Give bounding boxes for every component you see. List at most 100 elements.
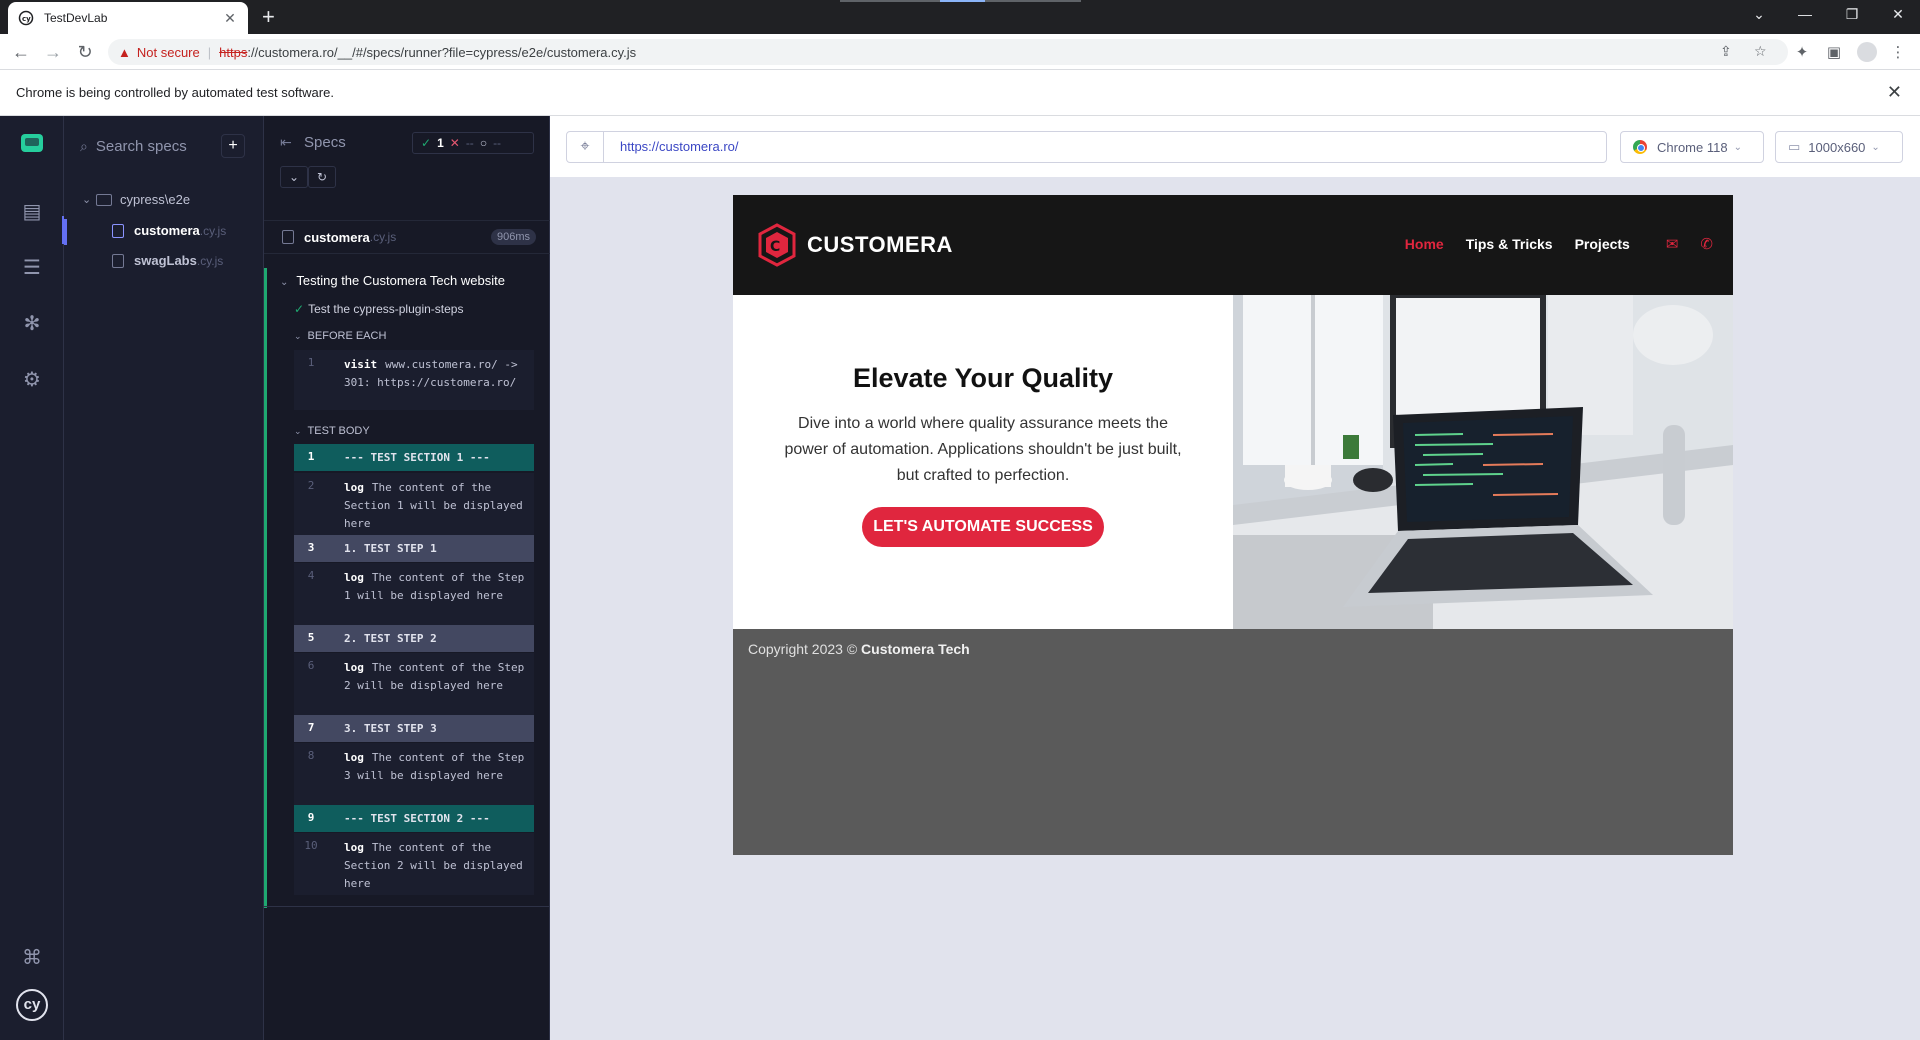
command-message: The content of the Step 1 will be displa… [344, 571, 525, 602]
failed-count: -- [465, 136, 474, 150]
hook-test-body[interactable]: ⌄ TEST BODY [294, 425, 370, 437]
pending-circle-icon: ○ [479, 136, 488, 150]
omnibox-separator: | [207, 44, 212, 60]
section-label: --- TEST SECTION 2 --- [344, 812, 490, 825]
viewport-selector[interactable]: ▭ 1000x660 ⌄ [1775, 131, 1903, 163]
forward-icon[interactable]: → [43, 42, 63, 62]
step-row[interactable]: 3 1. TEST STEP 1 [294, 535, 534, 562]
footer-copyright: Copyright 2023 © [748, 641, 858, 657]
command-name: log [344, 841, 364, 854]
customera-website: C CUSTOMERA Home Tips & Tricks Projects … [733, 195, 1733, 855]
tab-strip-indicator [985, 0, 1081, 2]
settings-gear-icon[interactable]: ⚙ [20, 368, 44, 392]
expand-toggle-button[interactable]: ⌄ [280, 166, 308, 188]
command-number: 5 [307, 631, 315, 644]
command-row[interactable]: 1 visit www.customera.ro/ -> 301: https:/… [294, 350, 534, 410]
section-row[interactable]: 9 --- TEST SECTION 2 --- [294, 805, 534, 832]
minimize-icon[interactable]: — [1795, 6, 1815, 22]
command-name: log [344, 571, 364, 584]
aut-header: ⌖ https://customera.ro/ Chrome 118 ⌄ ▭ 1… [550, 116, 1920, 178]
extensions-puzzle-icon[interactable]: ✦ [1793, 43, 1811, 61]
command-message: The content of the Step 2 will be displa… [344, 661, 525, 692]
suite-title[interactable]: ⌄ Testing the Customera Tech website [280, 273, 505, 288]
command-row[interactable]: 4 log The content of the Step 1 will be d… [294, 563, 534, 625]
collapse-specs-icon[interactable]: ⇤ [280, 134, 292, 151]
pending-count: -- [493, 136, 502, 150]
step-row[interactable]: 5 2. TEST STEP 2 [294, 625, 534, 652]
command-row[interactable]: 6 log The content of the Step 2 will be d… [294, 653, 534, 715]
chevron-down-icon: ⌄ [294, 426, 302, 436]
nav-tips-tricks[interactable]: Tips & Tricks [1466, 236, 1553, 252]
new-tab-icon[interactable]: + [262, 6, 275, 28]
command-row[interactable]: 8 log The content of the Step 3 will be d… [294, 743, 534, 805]
mail-icon[interactable]: ✉ [1666, 235, 1679, 253]
tab-strip-indicator [840, 0, 940, 2]
spec-ext: .cy.js [199, 223, 227, 238]
spec-item-swaglabs[interactable]: swagLabs .cy.js [112, 253, 223, 268]
hook-before-each[interactable]: ⌄ BEFORE EACH [294, 330, 386, 342]
url-scheme: https [219, 44, 248, 60]
tab-close-icon[interactable]: ✕ [222, 10, 238, 27]
infobar-message: Chrome is being controlled by automated … [16, 85, 334, 100]
reload-icon[interactable]: ↻ [75, 42, 95, 62]
command-row[interactable]: 2 log The content of the Section 1 will b… [294, 473, 534, 535]
spec-name: customera [134, 223, 200, 238]
svg-text:C: C [770, 239, 780, 255]
footer-brand: Customera Tech [861, 641, 970, 657]
suite-pass-bar [264, 268, 267, 908]
aut-url-field[interactable]: https://customera.ro/ [603, 131, 1607, 163]
viewport-icon: ▭ [1788, 139, 1801, 154]
bookmark-star-icon[interactable]: ☆ [1754, 43, 1767, 60]
command-number: 10 [304, 839, 318, 852]
step-row[interactable]: 7 3. TEST STEP 3 [294, 715, 534, 742]
specs-list-icon[interactable]: ☰ [20, 256, 44, 280]
automation-infobar: Chrome is being controlled by automated … [0, 70, 1920, 116]
cypress-logo-icon: cy [16, 989, 48, 1021]
nav-projects[interactable]: Projects [1575, 236, 1630, 252]
phone-icon[interactable]: ✆ [1700, 235, 1713, 253]
add-spec-button[interactable]: + [221, 134, 245, 158]
project-logo-icon[interactable] [21, 134, 43, 152]
cypress-app: ▤ ☰ ✻ ⚙ ⌘ cy ⌕ Search specs + ⌄ cypress\… [0, 116, 1920, 1040]
chrome-logo-icon [1633, 140, 1647, 154]
hero-title: Elevate Your Quality [852, 363, 1114, 393]
tab-search-icon[interactable]: ⌄ [1749, 6, 1769, 23]
command-name: log [344, 661, 364, 674]
back-icon[interactable]: ← [11, 42, 31, 62]
automate-success-button[interactable]: LET'S AUTOMATE SUCCESS [862, 507, 1104, 547]
hero-image-laptop [1233, 295, 1733, 629]
nav-home[interactable]: Home [1405, 236, 1444, 252]
site-footer: Copyright 2023 © Customera Tech [748, 641, 970, 657]
window-close-icon[interactable]: ✕ [1888, 6, 1908, 23]
site-nav-links: Home Tips & Tricks Projects ✉ ✆ [1405, 235, 1713, 253]
runs-icon[interactable]: ▤ [20, 200, 44, 224]
restore-icon[interactable]: ❐ [1842, 6, 1862, 23]
infobar-close-icon[interactable]: ✕ [1887, 82, 1902, 103]
folder-row[interactable]: ⌄ cypress\e2e [82, 192, 190, 207]
debug-bug-icon[interactable]: ✻ [20, 312, 44, 336]
share-icon[interactable]: ⇪ [1720, 43, 1732, 60]
address-bar[interactable]: ▲ Not secure | https ://customera.ro/__/… [108, 39, 1788, 65]
browser-name: Chrome 118 [1657, 139, 1728, 155]
profile-avatar[interactable] [1857, 42, 1877, 62]
reporter-header: ⇤ Specs ✓ 1 ✕ -- ○ -- ⌄ ↻ [264, 116, 550, 194]
file-icon [112, 253, 124, 268]
browser-selector[interactable]: Chrome 118 ⌄ [1620, 131, 1764, 163]
viewport-size: 1000x660 [1808, 139, 1866, 155]
search-icon: ⌕ [80, 137, 88, 154]
spec-name: swagLabs [134, 253, 197, 268]
section-label: --- TEST SECTION 1 --- [344, 451, 490, 464]
rerun-button[interactable]: ↻ [308, 166, 336, 188]
site-brand[interactable]: C CUSTOMERA [757, 223, 953, 267]
command-row[interactable]: 10 log The content of the Section 2 will … [294, 833, 534, 895]
test-title[interactable]: ✓ Test the cypress-plugin-steps [294, 302, 463, 316]
section-row[interactable]: 1 --- TEST SECTION 1 --- [294, 444, 534, 471]
selector-playground-crosshair-icon[interactable]: ⌖ [566, 131, 604, 163]
side-panel-icon[interactable]: ▣ [1825, 43, 1843, 61]
menu-kebab-icon[interactable]: ⋮ [1889, 43, 1907, 61]
command-message: The content of the Section 1 will be dis… [344, 481, 523, 530]
browser-tab[interactable]: cy TestDevLab ✕ [8, 2, 248, 34]
brand-name: CUSTOMERA [807, 232, 953, 257]
spec-item-customera[interactable]: customera .cy.js [112, 223, 226, 238]
keyboard-shortcut-icon[interactable]: ⌘ [20, 946, 44, 970]
